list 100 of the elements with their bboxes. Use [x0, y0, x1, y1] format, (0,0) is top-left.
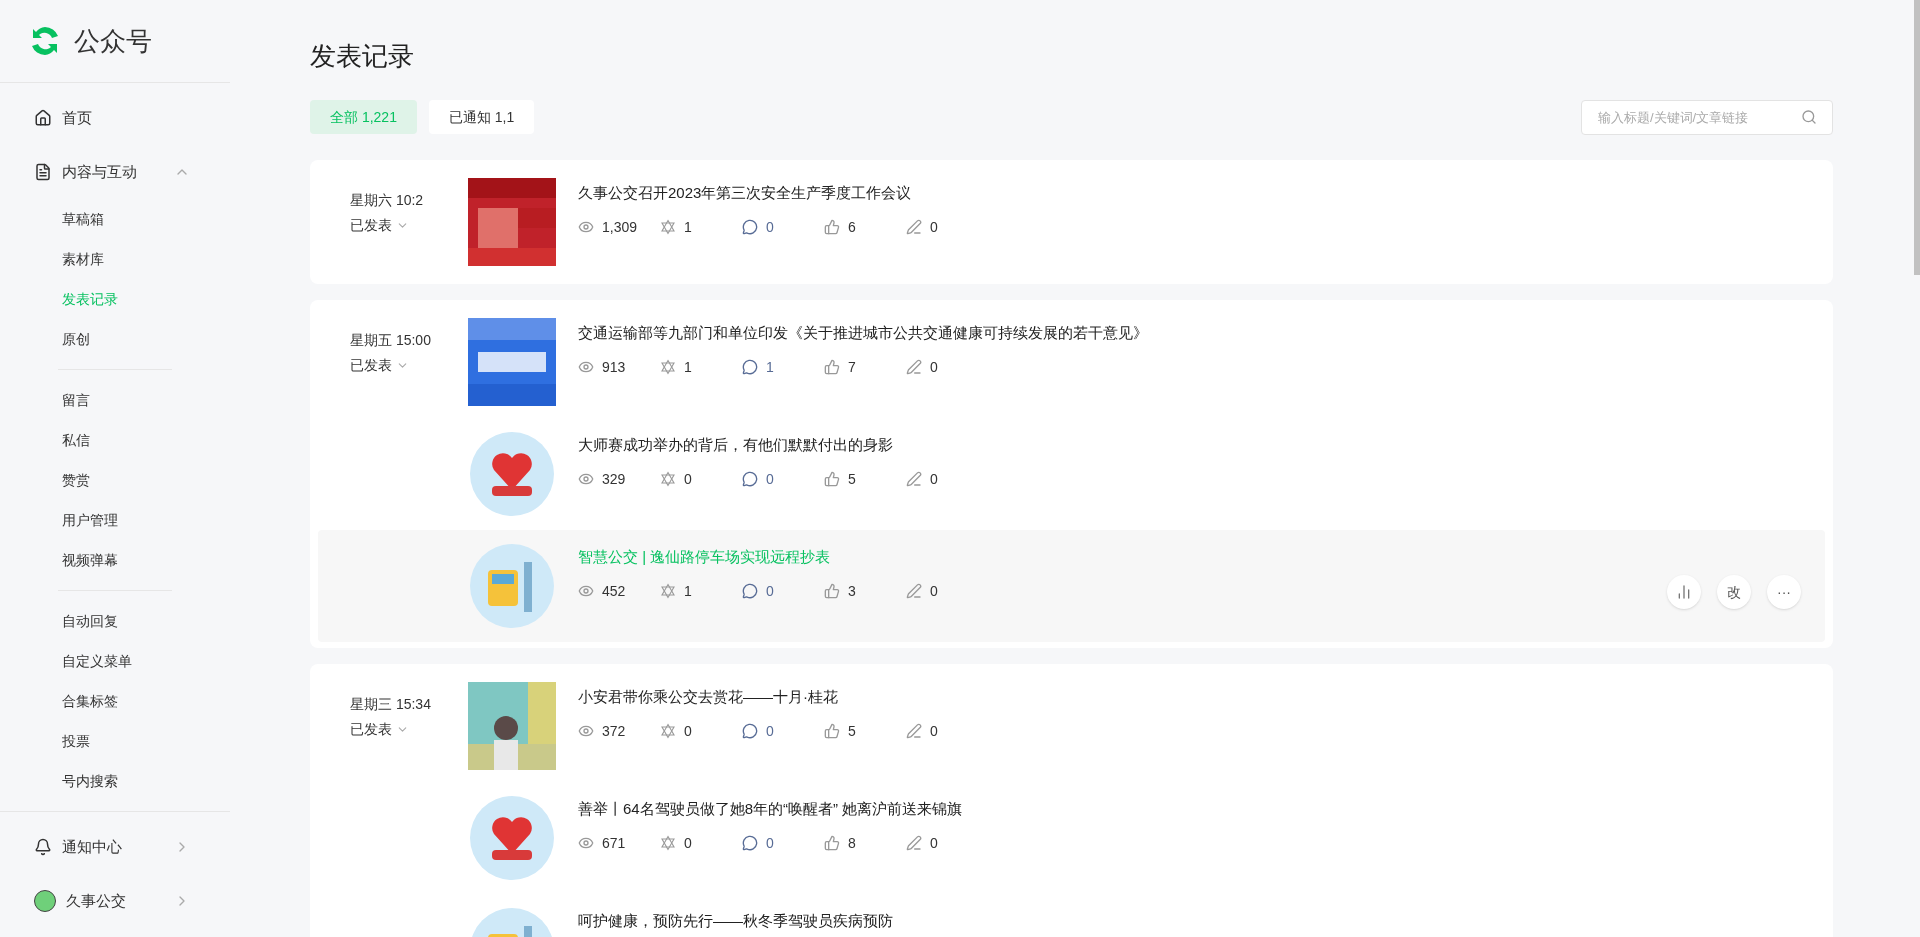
eye-icon	[578, 835, 594, 851]
stat-count: 7	[848, 357, 856, 377]
avatar	[34, 890, 56, 912]
stat-count: 0	[766, 469, 774, 489]
hexagram-icon	[660, 583, 676, 599]
sidebar-item[interactable]: 首页	[0, 91, 230, 145]
article-title[interactable]: 交通运输部等九部门和单位印发《关于推进城市公共交通健康可持续发展的若干意见》	[578, 322, 1801, 345]
pen-icon	[906, 471, 922, 487]
stat-count: 6	[848, 217, 856, 237]
stat-count: 0	[684, 833, 692, 853]
status-dropdown[interactable]: 已发表	[350, 215, 424, 236]
sidebar-subitem[interactable]: 留言	[58, 380, 172, 420]
status-dropdown[interactable]: 已发表	[350, 719, 431, 740]
thumbs-up-icon	[824, 583, 840, 599]
article-title[interactable]: 善举丨64名驾驶员做了她8年的“唤醒者” 她离沪前送来锦旗	[578, 798, 1801, 821]
stat-count: 0	[684, 469, 692, 489]
article-title[interactable]: 大师赛成功举办的背后，有他们默默付出的身影	[578, 434, 1801, 457]
stat-count: 1	[684, 217, 692, 237]
stat-count: 913	[602, 357, 626, 377]
sidebar-subitem[interactable]: 自动回复	[58, 601, 172, 641]
thumbs-up-icon	[824, 219, 840, 235]
thumbs-up-icon	[824, 359, 840, 375]
article-title[interactable]: 小安君带你乘公交去赏花——十月·桂花	[578, 686, 1801, 709]
comment-icon	[742, 723, 758, 739]
filter-tab[interactable]: 已通知 1,1	[428, 100, 535, 134]
stat-count: 0	[684, 721, 692, 741]
action-button[interactable]: ···	[1767, 575, 1801, 609]
stat-count: 452	[602, 581, 626, 601]
thumbs-up-icon	[824, 835, 840, 851]
sidebar-subitem[interactable]: 素材库	[58, 239, 172, 279]
stat-count: 5	[848, 469, 856, 489]
stat-count: 671	[602, 833, 626, 853]
comment-icon	[742, 583, 758, 599]
sidebar-subitem[interactable]: 视频弹幕	[58, 540, 172, 580]
stat-count: 5	[848, 721, 856, 741]
thumbs-up-icon	[824, 723, 840, 739]
stat-count: 0	[766, 581, 774, 601]
eye-icon	[578, 359, 594, 375]
pen-icon	[906, 359, 922, 375]
sidebar-item[interactable]: 内容与互动	[0, 145, 230, 199]
stat-count: 0	[930, 833, 938, 853]
sidebar-subitem[interactable]: 用户管理	[58, 500, 172, 540]
sidebar-subitem[interactable]: 自定义菜单	[58, 641, 172, 681]
sidebar-subitem[interactable]: 原创	[58, 319, 172, 359]
document-icon	[34, 163, 52, 181]
publish-time: 星期五 15:00	[350, 331, 431, 350]
eye-icon	[578, 583, 594, 599]
publish-time: 星期三 15:34	[350, 695, 431, 714]
eye-icon	[578, 219, 594, 235]
pen-icon	[906, 583, 922, 599]
comment-icon	[742, 359, 758, 375]
stat-count: 1	[684, 581, 692, 601]
scrollbar[interactable]	[1914, 0, 1920, 275]
comment-icon	[742, 835, 758, 851]
search-field[interactable]: 输入标题/关键词/文章链接	[1581, 99, 1833, 135]
bar-chart-icon	[1676, 584, 1692, 600]
stat-count: 0	[930, 581, 938, 601]
home-icon	[34, 109, 52, 127]
action-button[interactable]: 改	[1717, 575, 1751, 609]
pen-icon	[906, 723, 922, 739]
stat-count: 1	[766, 357, 774, 377]
stats-button[interactable]	[1667, 575, 1701, 609]
sidebar-subitem[interactable]: 投票	[58, 721, 172, 761]
comment-icon	[742, 219, 758, 235]
pen-icon	[906, 219, 922, 235]
hexagram-icon	[660, 359, 676, 375]
bell-icon	[34, 838, 52, 856]
sidebar-subitem[interactable]: 赞赏	[58, 460, 172, 500]
hexagram-icon	[660, 723, 676, 739]
stat-count: 372	[602, 721, 626, 741]
stat-count: 0	[930, 357, 938, 377]
hexagram-icon	[660, 219, 676, 235]
sidebar-subitem[interactable]: 草稿箱	[58, 199, 172, 239]
pen-icon	[906, 835, 922, 851]
comment-icon	[742, 471, 758, 487]
article-row[interactable]: 智慧公交 | 逸仙路停车场实现远程抄表 452 1 0 3 0 改 ···	[318, 530, 1825, 642]
sidebar-item[interactable]: 久事公交	[0, 874, 230, 928]
stat-count: 3	[848, 581, 856, 601]
brand-name: 公众号	[74, 24, 152, 58]
search-icon	[1801, 108, 1817, 125]
stat-count: 0	[766, 217, 774, 237]
thumbs-up-icon	[824, 471, 840, 487]
sidebar-subitem[interactable]: 私信	[58, 420, 172, 460]
stat-count: 1	[684, 357, 692, 377]
sidebar-subitem[interactable]: 合集标签	[58, 681, 172, 721]
article-title[interactable]: 呵护健康，预防先行——秋冬季驾驶员疾病预防	[578, 910, 1801, 933]
hexagram-icon	[660, 835, 676, 851]
eye-icon	[578, 471, 594, 487]
article-title[interactable]: 久事公交召开2023年第三次安全生产季度工作会议	[578, 182, 1801, 205]
page-title: 发表记录	[310, 40, 415, 73]
sidebar-subitem[interactable]: 号内搜索	[58, 761, 172, 801]
hexagram-icon	[660, 471, 676, 487]
publish-time: 星期六 10:2	[350, 191, 424, 210]
stat-count: 0	[930, 721, 938, 741]
eye-icon	[578, 723, 594, 739]
status-dropdown[interactable]: 已发表	[350, 355, 431, 376]
stat-count: 0	[766, 833, 774, 853]
stat-count: 0	[766, 721, 774, 741]
sidebar-item[interactable]: 通知中心	[0, 820, 230, 874]
stat-count: 1,309	[602, 217, 638, 237]
